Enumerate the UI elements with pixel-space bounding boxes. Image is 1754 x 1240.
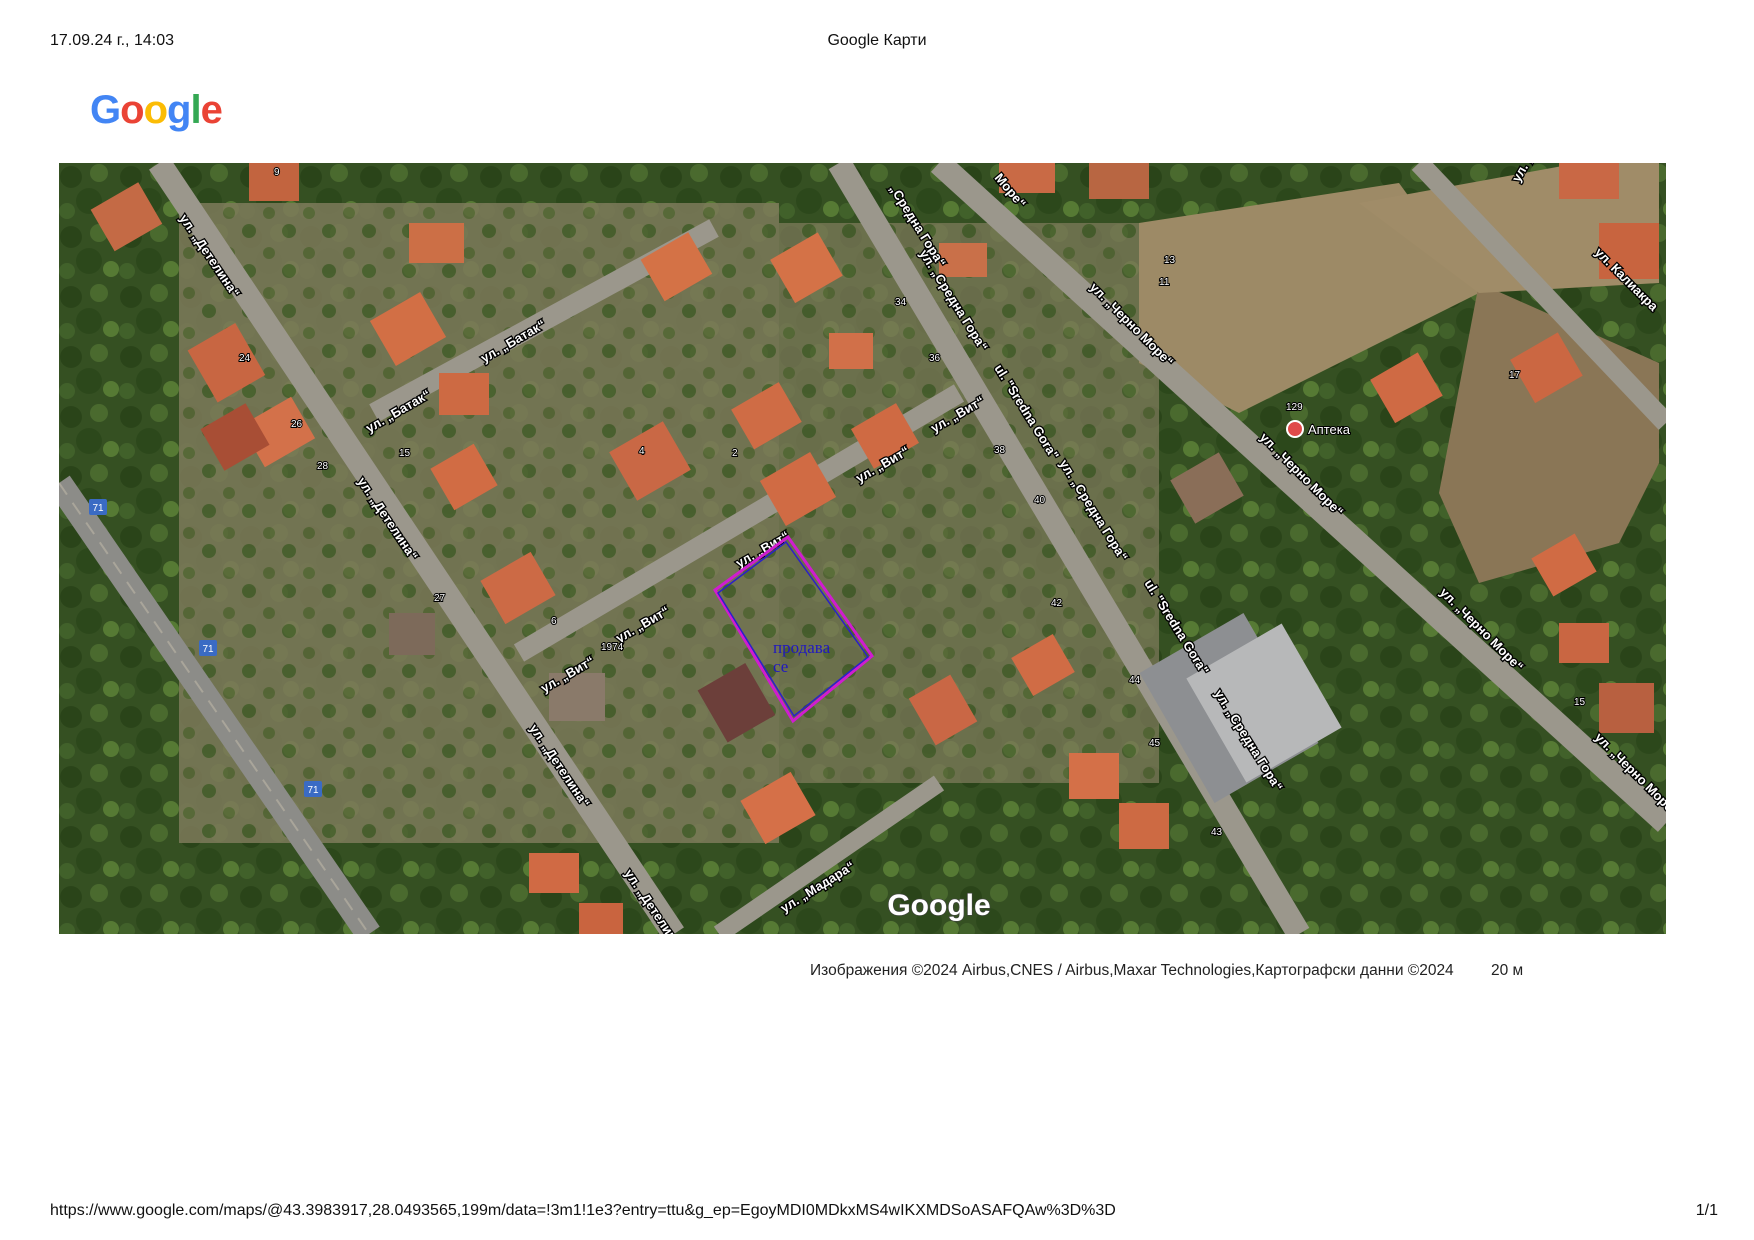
svg-text:129: 129 <box>1286 402 1303 413</box>
logo-letter: g <box>167 88 191 132</box>
svg-text:71: 71 <box>202 644 214 655</box>
svg-text:11: 11 <box>1159 277 1170 288</box>
pharmacy-icon <box>1286 420 1304 438</box>
svg-text:15: 15 <box>1574 697 1586 708</box>
svg-text:6: 6 <box>551 616 557 627</box>
parcel-label-line2: се <box>773 657 788 676</box>
parcel-label-line1: продава <box>773 638 831 657</box>
svg-text:1974: 1974 <box>601 642 624 653</box>
pharmacy-label: Аптека <box>1308 422 1351 437</box>
svg-text:45: 45 <box>1149 738 1161 749</box>
google-logo: Google <box>90 88 223 133</box>
svg-text:2: 2 <box>732 448 738 459</box>
svg-text:38: 38 <box>994 445 1006 456</box>
svg-text:24: 24 <box>239 353 251 364</box>
svg-text:71: 71 <box>92 503 104 514</box>
logo-letter: G <box>90 88 121 132</box>
logo-letter: l <box>190 88 201 132</box>
logo-letter: o <box>143 88 168 132</box>
pharmacy-poi[interactable]: Аптека <box>1286 420 1352 438</box>
svg-text:15: 15 <box>399 448 411 459</box>
page-title: Google Карти <box>827 32 927 49</box>
svg-text:71: 71 <box>307 785 319 796</box>
svg-text:28: 28 <box>317 461 329 472</box>
scale-label: 20 м <box>1491 962 1524 979</box>
logo-letter: o <box>120 88 144 132</box>
svg-text:42: 42 <box>1051 598 1063 609</box>
svg-text:44: 44 <box>1129 675 1141 686</box>
svg-text:13: 13 <box>1164 255 1176 266</box>
svg-text:4: 4 <box>639 446 645 457</box>
svg-text:36: 36 <box>929 353 941 364</box>
map-watermark: Google <box>887 889 990 922</box>
svg-text:9: 9 <box>274 167 280 178</box>
svg-text:27: 27 <box>434 593 446 604</box>
satellite-map[interactable]: 71 71 71 ул. „Детелина“ ул. „Детелина“ у… <box>59 163 1666 934</box>
logo-letter: e <box>200 88 223 132</box>
svg-text:17: 17 <box>1509 370 1521 381</box>
svg-text:43: 43 <box>1211 827 1223 838</box>
svg-text:26: 26 <box>291 419 303 430</box>
footer-url: https://www.google.com/maps/@43.3983917,… <box>50 1202 1116 1219</box>
svg-text:40: 40 <box>1034 495 1046 506</box>
svg-text:34: 34 <box>895 297 907 308</box>
map-attribution: Изображения ©2024 Airbus,CNES / Airbus,M… <box>810 962 1454 979</box>
page-number: 1/1 <box>1695 1202 1718 1219</box>
